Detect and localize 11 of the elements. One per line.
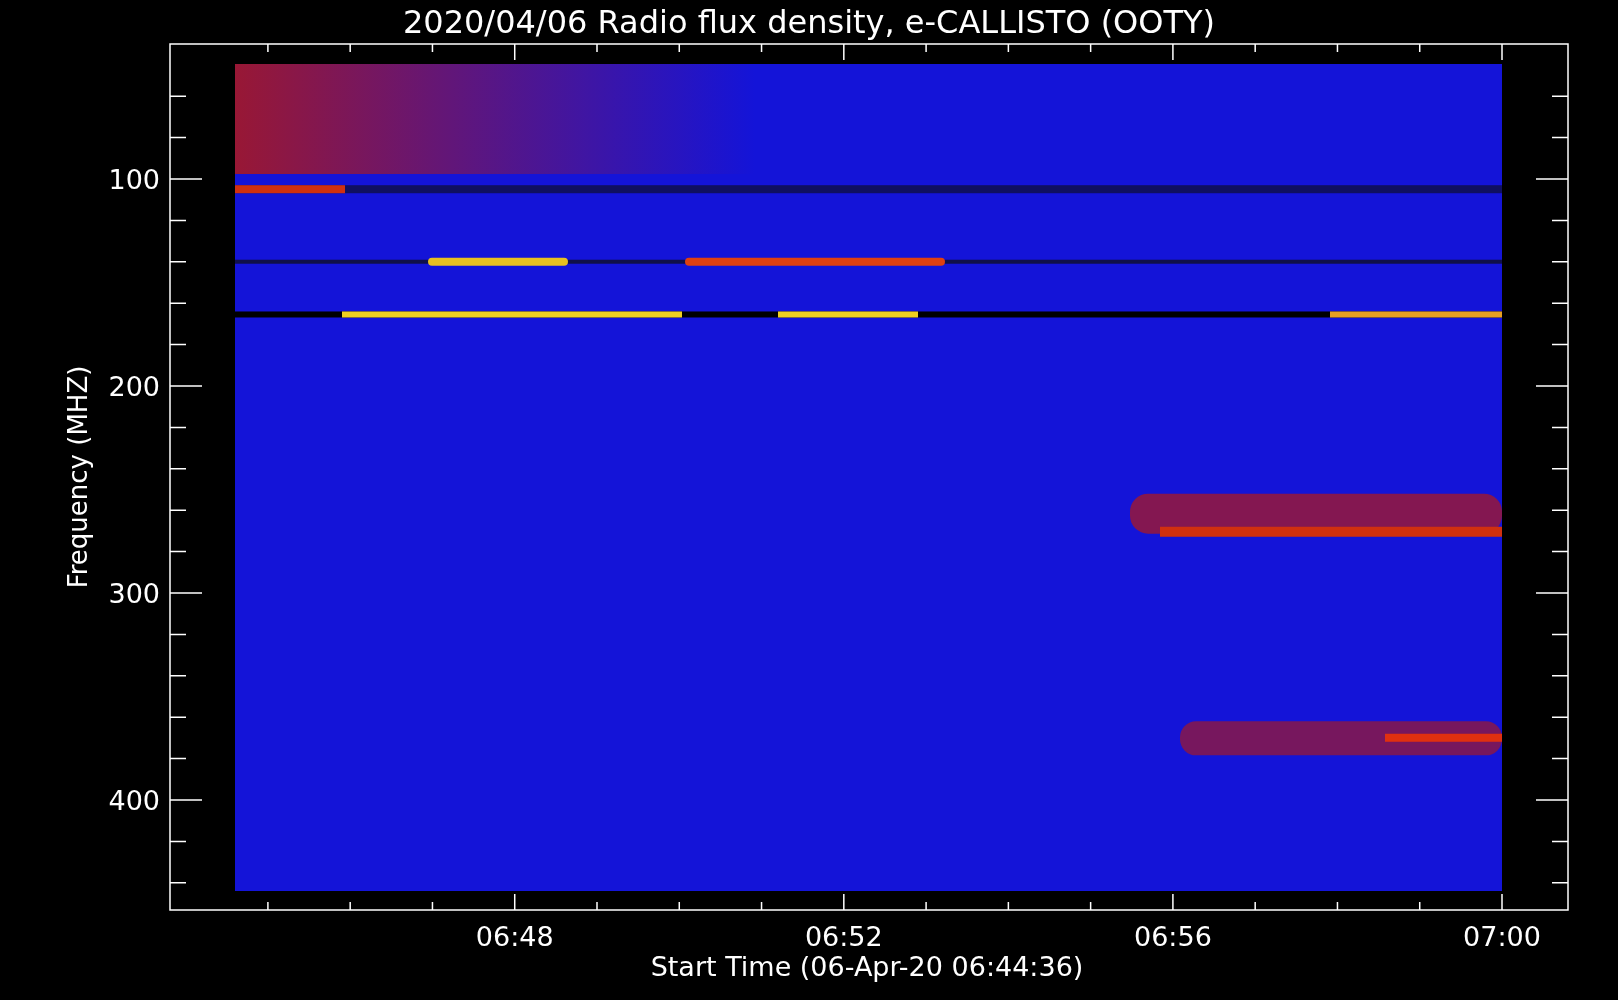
chart-title: 2020/04/06 Radio flux density, e-CALLISTO (OOTY)	[402, 3, 1216, 41]
y-tick-label: 400	[108, 785, 160, 816]
x-tick-label: 06:52	[804, 921, 883, 952]
y-tick-label: 100	[108, 164, 160, 195]
y-tick-label: 300	[108, 578, 160, 609]
y-tick-label: 200	[108, 371, 160, 402]
x-tick-label: 06:56	[1134, 921, 1212, 952]
x-tick-label: 06:48	[475, 921, 554, 952]
x-tick-label: 07:00	[1463, 921, 1541, 952]
y-axis-title: Frequency (MHZ)	[63, 365, 93, 589]
x-axis-title: Start Time (06-Apr-20 06:44:36)	[650, 951, 1084, 982]
